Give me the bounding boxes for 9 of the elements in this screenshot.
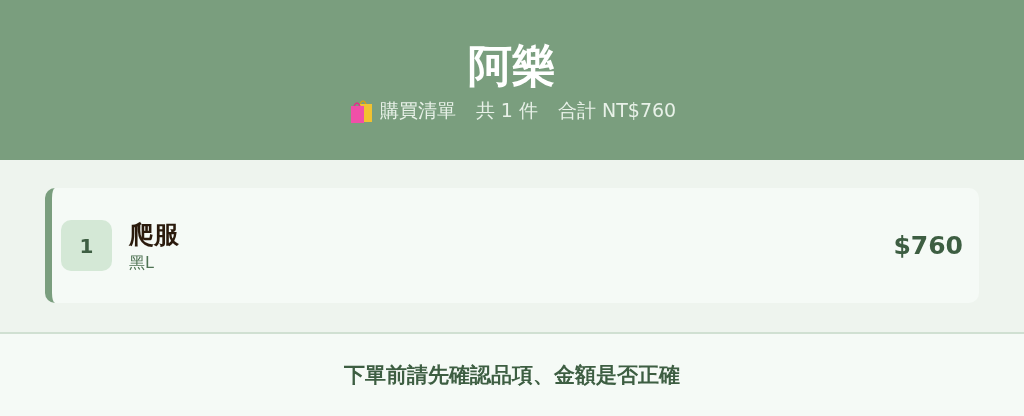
item-count: 共 1 件 — [475, 98, 538, 123]
item-price: $760 — [893, 231, 963, 260]
item-number: 1 — [61, 220, 112, 271]
item-name: 爬服 — [129, 218, 180, 251]
notice-text: 下單前請先確認品項、金額是否正確 — [344, 362, 680, 389]
total-amount: 合計 NT$760 — [557, 98, 677, 123]
item-variant: 黑L — [129, 252, 155, 274]
list-label: 購買清單 — [379, 98, 456, 123]
page-title: 阿樂 — [468, 39, 556, 93]
